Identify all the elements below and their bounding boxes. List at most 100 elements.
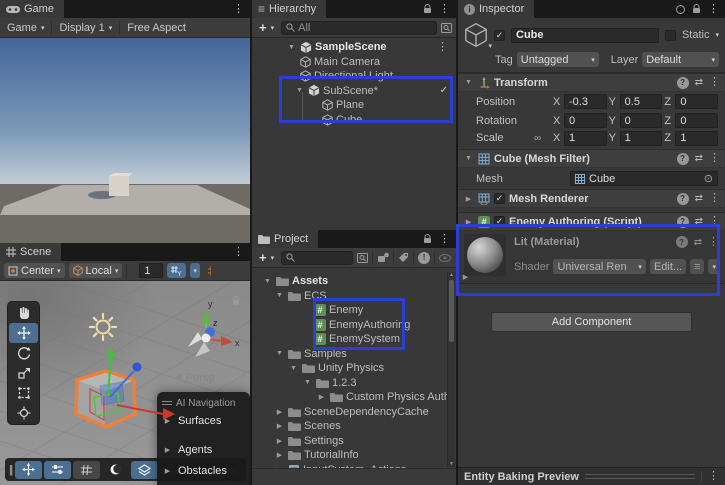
- layer-dropdown[interactable]: Default ▾: [642, 52, 719, 67]
- aspect-dropdown[interactable]: Free Aspect: [124, 22, 189, 34]
- display-dropdown[interactable]: Display 1 ▾: [56, 22, 115, 34]
- kebab-icon[interactable]: ⋮: [233, 3, 244, 15]
- static-checkbox[interactable]: [664, 29, 676, 41]
- help-icon[interactable]: ?: [676, 152, 689, 165]
- project-scrollbar[interactable]: ▲ ▼: [447, 272, 455, 467]
- position-z-field[interactable]: 0: [675, 94, 719, 109]
- project-row-scenes[interactable]: ▶ Scenes: [252, 419, 456, 434]
- add-asset-button[interactable]: + ▾: [256, 250, 277, 265]
- project-row-scenedependencycache[interactable]: ▶ SceneDependencyCache: [252, 405, 456, 420]
- mesh-filter-header[interactable]: ▼ Cube (Mesh Filter) ? ⇄ ⋮: [458, 149, 725, 168]
- foldout-open-icon[interactable]: ▼: [274, 350, 285, 357]
- search-by-type-button[interactable]: [357, 252, 369, 263]
- hierarchy-search-input[interactable]: All: [281, 20, 437, 35]
- grid-snap-toggle[interactable]: Y: [167, 263, 187, 278]
- rect-tool-button[interactable]: [9, 383, 38, 403]
- scale-tool-button[interactable]: [9, 363, 38, 383]
- project-row-settings[interactable]: ▶ Settings: [252, 434, 456, 449]
- tab-project[interactable]: Project: [252, 230, 319, 248]
- rotate-tool-button[interactable]: [9, 343, 38, 363]
- presets-icon[interactable]: ⇄: [695, 153, 703, 164]
- rotation-x-field[interactable]: 0: [564, 113, 607, 128]
- link-scale-icon[interactable]: ∞: [534, 133, 551, 144]
- project-row-custom-physics[interactable]: ▶ Custom Physics Auth: [252, 390, 456, 405]
- project-row-assets[interactable]: ▼ Assets: [252, 274, 456, 289]
- hierarchy-row-samplescene[interactable]: ▼ SampleScene ⋮: [252, 40, 456, 55]
- presets-icon[interactable]: ⇄: [695, 216, 703, 227]
- game-viewport[interactable]: [0, 38, 250, 243]
- grid-snap-dropdown[interactable]: ▾: [190, 263, 200, 278]
- kebab-icon[interactable]: ⋮: [233, 246, 244, 258]
- foldout-open-icon[interactable]: ▼: [288, 365, 299, 372]
- tag-dropdown[interactable]: Untagged ▾: [516, 52, 599, 67]
- object-picker-icon[interactable]: ⊙: [704, 172, 713, 185]
- transform-tool-button[interactable]: [9, 403, 38, 423]
- help-icon[interactable]: ?: [675, 236, 688, 248]
- material-list-button[interactable]: ≡: [690, 259, 705, 274]
- foldout-closed-icon[interactable]: ▶: [460, 273, 471, 281]
- rotation-z-field[interactable]: 0: [675, 113, 719, 128]
- alert-icon[interactable]: !: [418, 251, 431, 264]
- pivot-dropdown[interactable]: Center ▾: [4, 263, 65, 278]
- presets-icon[interactable]: ⇄: [695, 77, 703, 88]
- foldout-open-icon[interactable]: ▼: [302, 379, 313, 386]
- foldout-open-icon[interactable]: ▼: [286, 44, 297, 51]
- eye-icon[interactable]: [439, 253, 452, 262]
- foldout-closed-icon[interactable]: ▶: [274, 408, 285, 416]
- menu-item-surfaces[interactable]: ▶ Surfaces: [162, 410, 245, 431]
- kebab-icon[interactable]: ⋮: [708, 236, 719, 248]
- hierarchy-row-main-camera[interactable]: Main Camera: [252, 55, 456, 70]
- orientation-dropdown[interactable]: Local ▾: [68, 263, 123, 278]
- foldout-open-icon[interactable]: ▼: [294, 87, 305, 94]
- tag-icon[interactable]: [398, 252, 409, 263]
- foldout-closed-icon[interactable]: ▶: [274, 451, 285, 459]
- add-object-button[interactable]: + ▾: [256, 20, 277, 35]
- check-icon[interactable]: ✓: [440, 85, 456, 96]
- help-icon[interactable]: ?: [676, 76, 689, 89]
- renderer-enabled-checkbox[interactable]: ✓: [494, 193, 505, 204]
- hierarchy-row-subscene[interactable]: ▼ SubScene* ✓: [252, 84, 456, 99]
- foldout-open-icon[interactable]: ▼: [463, 79, 474, 86]
- name-field[interactable]: Cube: [511, 27, 659, 43]
- project-row-tutorialinfo[interactable]: ▶ TutorialInfo: [252, 448, 456, 463]
- grid-size-field[interactable]: 1: [139, 263, 164, 278]
- game-mode-dropdown[interactable]: Game ▾: [4, 22, 47, 34]
- position-x-field[interactable]: -0.3: [564, 94, 607, 109]
- mesh-object-field[interactable]: Cube ⊙: [570, 171, 718, 186]
- shader-dropdown[interactable]: Universal Ren ▾: [553, 259, 646, 274]
- search-by-type-button[interactable]: [441, 22, 452, 33]
- project-row-123[interactable]: ▼ 1.2.3: [252, 376, 456, 391]
- add-component-button[interactable]: Add Component: [491, 312, 692, 332]
- kebab-icon[interactable]: ⋮: [708, 3, 719, 15]
- material-more-dropdown[interactable]: ▾: [708, 259, 720, 274]
- kebab-icon[interactable]: ⋮: [701, 471, 719, 482]
- tab-hierarchy[interactable]: ≡ Hierarchy: [252, 0, 327, 18]
- tab-scene[interactable]: Scene: [0, 243, 62, 261]
- ai-navigation-header[interactable]: AI Navigation: [162, 396, 245, 410]
- tab-game[interactable]: Game: [0, 0, 64, 18]
- kebab-icon[interactable]: ⋮: [439, 3, 450, 15]
- package-icon[interactable]: [377, 252, 389, 263]
- lock-icon[interactable]: [423, 234, 432, 244]
- project-row-samples[interactable]: ▼ Samples: [252, 347, 456, 362]
- kebab-icon[interactable]: ⋮: [437, 41, 456, 53]
- hand-tool-button[interactable]: [9, 303, 38, 323]
- presets-icon[interactable]: ⇄: [694, 237, 702, 248]
- hierarchy-row-directional-light[interactable]: Directional Light: [252, 69, 456, 84]
- kebab-icon[interactable]: ⋮: [709, 216, 720, 227]
- kebab-icon[interactable]: ⋮: [439, 233, 450, 245]
- menu-item-agents[interactable]: ▶ Agents: [162, 439, 245, 460]
- overlay-grid-button[interactable]: [73, 460, 101, 479]
- entity-baking-preview-bar[interactable]: Entity Baking Preview ⋮: [458, 467, 725, 485]
- foldout-closed-icon[interactable]: ▶: [463, 195, 474, 203]
- tab-inspector[interactable]: i Inspector: [458, 0, 535, 18]
- project-search-input[interactable]: [281, 250, 354, 265]
- foldout-open-icon[interactable]: ▼: [463, 155, 474, 162]
- material-thumbnail[interactable]: [464, 234, 506, 276]
- foldout-closed-icon[interactable]: ▶: [274, 422, 285, 430]
- help-icon[interactable]: ?: [676, 192, 689, 205]
- mesh-renderer-header[interactable]: ▶ ✓ Mesh Renderer ? ⇄ ⋮: [458, 189, 725, 208]
- overlay-settings-button[interactable]: [44, 460, 72, 479]
- help-icon[interactable]: ?: [676, 215, 689, 228]
- gameobject-cube-icon[interactable]: ▾: [464, 22, 492, 50]
